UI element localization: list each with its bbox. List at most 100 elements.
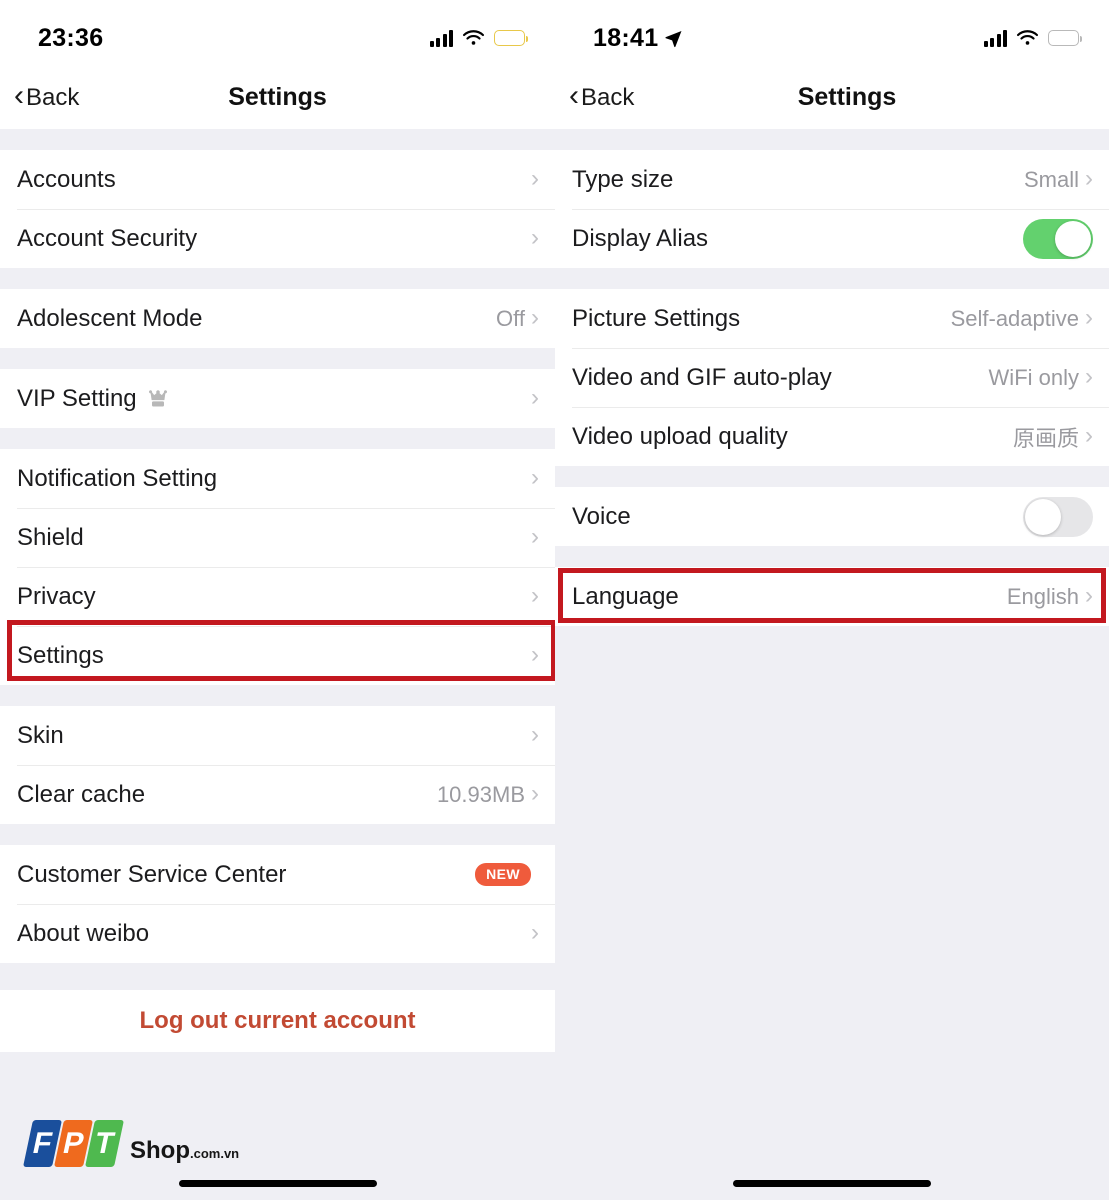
list-item-label: Type size	[572, 165, 674, 193]
list-item-label: Customer Service Center	[17, 860, 287, 888]
section-gap	[0, 685, 555, 706]
list-item-display-alias[interactable]: Display Alias	[555, 209, 1109, 268]
page-title-left: Settings	[228, 83, 327, 111]
list-item-label: Shield	[17, 523, 84, 551]
list-item-skin[interactable]: Skin ›	[0, 706, 555, 765]
right-phone-screen: 18:41 ‹ Back Settings Type size Small › …	[555, 0, 1109, 1200]
list-item-account-security[interactable]: Account Security ›	[0, 209, 555, 268]
dual-screenshot-container: 23:36 ‹ Back Settings Accounts › Account…	[0, 0, 1109, 1200]
chevron-right-icon: ›	[531, 383, 539, 411]
list-item-video-upload-quality[interactable]: Video upload quality 原画质 ›	[555, 407, 1109, 466]
settings-group-appearance: Skin › Clear cache 10.93MB ›	[0, 706, 555, 824]
list-item-value: WiFi only	[988, 364, 1079, 390]
list-item-label: Adolescent Mode	[17, 304, 203, 332]
wifi-icon	[1016, 29, 1039, 45]
list-item-video-gif-autoplay[interactable]: Video and GIF auto-play WiFi only ›	[555, 348, 1109, 407]
wifi-icon	[462, 29, 485, 45]
list-item-settings[interactable]: Settings ›	[0, 626, 555, 685]
home-indicator-left[interactable]	[178, 1180, 377, 1187]
status-badge-new: NEW	[475, 863, 531, 886]
back-label: Back	[581, 83, 635, 111]
fpt-logo: F P T	[23, 1120, 124, 1167]
back-button-left[interactable]: ‹ Back	[14, 81, 80, 112]
chevron-right-icon: ›	[531, 640, 539, 668]
settings-group-media: Picture Settings Self-adaptive › Video a…	[555, 289, 1109, 466]
list-item-label: Notification Setting	[17, 464, 218, 492]
language-value: English	[1006, 583, 1079, 609]
battery-icon	[1048, 30, 1083, 46]
list-item-about-weibo[interactable]: About weibo ›	[0, 904, 555, 963]
chevron-right-icon: ›	[1085, 303, 1093, 331]
list-item-label: Voice	[572, 502, 631, 530]
battery-low-power-icon	[494, 30, 529, 46]
chevron-right-icon: ›	[1085, 362, 1093, 390]
chevron-right-icon: ›	[531, 918, 539, 946]
list-item-label: Video and GIF auto-play	[572, 363, 832, 391]
back-label: Back	[26, 83, 80, 111]
chevron-right-icon: ›	[531, 522, 539, 550]
list-item-customer-service-center[interactable]: Customer Service Center NEW ›	[0, 845, 555, 904]
section-gap	[555, 546, 1109, 567]
list-item-label: VIP Setting	[17, 384, 137, 412]
log-out-button[interactable]: Log out current account	[0, 990, 555, 1052]
chevron-right-icon: ›	[1085, 421, 1093, 449]
chevron-right-icon: ›	[531, 463, 539, 491]
list-item-shield[interactable]: Shield ›	[0, 508, 555, 567]
status-indicators-right	[983, 29, 1083, 47]
back-button-right[interactable]: ‹ Back	[569, 79, 635, 112]
status-time-right: 18:41	[593, 24, 683, 53]
nav-bar-right: ‹ Back Settings	[555, 66, 1109, 129]
chevron-right-icon: ›	[531, 581, 539, 609]
chevron-right-icon: ›	[531, 223, 539, 251]
list-item-type-size[interactable]: Type size Small ›	[555, 150, 1109, 209]
section-gap	[0, 963, 555, 990]
status-time-left: 23:36	[38, 23, 104, 52]
list-item-value: 原画质	[1012, 425, 1079, 451]
list-item-label: Display Alias	[572, 224, 709, 252]
list-item-label-wrap: VIP Setting	[17, 385, 531, 413]
section-gap	[0, 348, 555, 369]
list-item-label: Privacy	[17, 582, 96, 610]
crown-icon	[148, 389, 167, 406]
left-phone-screen: 23:36 ‹ Back Settings Accounts › Account…	[0, 0, 555, 1200]
chevron-left-icon: ‹	[569, 79, 579, 112]
list-item-clear-cache[interactable]: Clear cache 10.93MB ›	[0, 765, 555, 824]
list-item-picture-settings[interactable]: Picture Settings Self-adaptive ›	[555, 289, 1109, 348]
toggle-knob	[1055, 220, 1091, 257]
cellular-signal-icon	[983, 29, 1007, 47]
nav-bar-left: ‹ Back Settings	[0, 66, 555, 129]
list-item-privacy[interactable]: Privacy ›	[0, 567, 555, 626]
cache-size-value: 10.93MB	[436, 781, 525, 807]
list-item-notification-setting[interactable]: Notification Setting ›	[0, 449, 555, 508]
list-item-label: Skin	[17, 721, 64, 749]
voice-toggle[interactable]	[1023, 496, 1093, 537]
list-item-label: Clear cache	[17, 780, 146, 808]
list-item-label: Language	[572, 582, 679, 610]
status-bar-right: 18:41	[555, 0, 1109, 66]
page-title-right: Settings	[797, 83, 897, 111]
section-gap	[0, 824, 555, 845]
list-item-value: Self-adaptive	[950, 305, 1079, 331]
list-item-label: Settings	[17, 641, 104, 669]
chevron-right-icon: ›	[1085, 164, 1093, 192]
list-item-voice[interactable]: Voice	[555, 487, 1109, 546]
list-item-language[interactable]: Language English ›	[555, 567, 1109, 626]
list-item-vip-setting[interactable]: VIP Setting ›	[0, 369, 555, 428]
section-gap	[555, 129, 1109, 150]
chevron-right-icon: ›	[531, 779, 539, 807]
home-indicator-right[interactable]	[733, 1180, 931, 1187]
fpt-shop-watermark: F P T Shop.com.vn	[23, 1120, 240, 1167]
settings-group-notifications: Notification Setting › Shield › Privacy …	[0, 449, 555, 685]
list-item-adolescent-mode[interactable]: Adolescent Mode Off ›	[0, 289, 555, 348]
settings-group-accounts: Accounts › Account Security ›	[0, 150, 555, 268]
list-item-value: Small	[1023, 166, 1079, 192]
settings-group-adolescent: Adolescent Mode Off ›	[0, 289, 555, 348]
list-item-accounts[interactable]: Accounts ›	[0, 150, 555, 209]
list-item-label: Video upload quality	[572, 422, 788, 450]
list-item-label: Account Security	[17, 224, 198, 252]
status-bar-left: 23:36	[0, 0, 555, 66]
section-gap	[0, 129, 555, 150]
display-alias-toggle[interactable]	[1023, 218, 1093, 259]
watermark-domain-text: .com.vn	[190, 1146, 240, 1161]
chevron-right-icon: ›	[531, 720, 539, 748]
